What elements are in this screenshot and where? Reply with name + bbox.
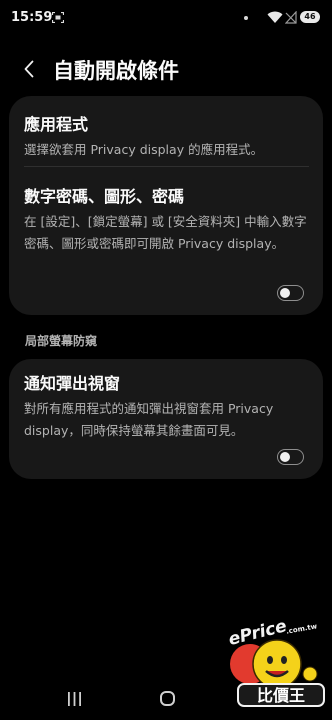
svg-text:比價王: 比價王 [257, 686, 305, 705]
recent-apps-icon[interactable] [67, 692, 82, 706]
apps-setting-desc: 選擇欲套用 Privacy display 的應用程式。 [24, 142, 264, 157]
notification-setting-desc: 對所有應用程式的通知彈出視窗套用 Privacy display，同時保持螢幕其… [24, 401, 274, 438]
dot-icon [244, 16, 248, 20]
pin-setting-toggle[interactable] [277, 285, 304, 301]
notification-setting-title: 通知彈出視窗 [24, 374, 121, 393]
home-icon[interactable] [160, 691, 175, 706]
notification-setting-toggle[interactable] [277, 449, 304, 465]
toggle-knob [279, 451, 290, 462]
apps-setting-item[interactable]: 應用程式 選擇欲套用 Privacy display 的應用程式。 [24, 111, 309, 161]
pin-setting-item[interactable]: 數字密碼、圖形、密碼 在 [設定]、[鎖定螢幕] 或 [安全資料夾] 中輸入數字… [24, 183, 309, 255]
section-header: 局部螢幕防窺 [25, 334, 98, 348]
battery-icon: 46 [300, 11, 320, 23]
toggle-knob [279, 287, 290, 298]
pin-setting-desc: 在 [設定]、[鎖定螢幕] 或 [安全資料夾] 中輸入數字密碼、圖形或密碼即可開… [24, 214, 307, 251]
no-signal-icon [285, 11, 297, 24]
page-title: 自動開啟條件 [53, 59, 179, 83]
screenshot-icon [52, 12, 64, 23]
back-button[interactable] [16, 54, 46, 84]
back-icon [24, 60, 34, 78]
conditions-card: 應用程式 選擇欲套用 Privacy display 的應用程式。 數字密碼、圖… [9, 96, 323, 315]
status-time: 15:59 [11, 10, 53, 25]
svg-text:.com.tw: .com.tw [285, 622, 318, 635]
wifi-icon [267, 11, 283, 23]
status-bar: 15:59 46 [0, 0, 332, 36]
eprice-watermark-logo: ePrice .com.tw 比價王 [226, 616, 325, 707]
apps-setting-title: 應用程式 [24, 115, 89, 134]
partial-screen-card: 通知彈出視窗 對所有應用程式的通知彈出視窗套用 Privacy display，… [9, 359, 323, 479]
pin-setting-title: 數字密碼、圖形、密碼 [24, 187, 185, 206]
notification-setting-item[interactable]: 通知彈出視窗 對所有應用程式的通知彈出視窗套用 Privacy display，… [24, 370, 309, 442]
header: 自動開啟條件 [0, 48, 332, 92]
divider [24, 166, 309, 167]
